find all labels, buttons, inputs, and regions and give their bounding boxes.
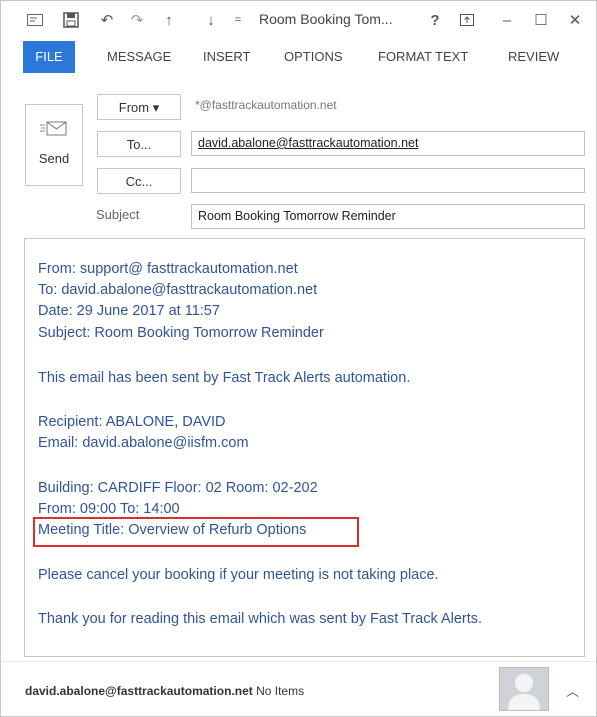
to-button[interactable]: To... (97, 131, 181, 157)
body-line-subject: Subject: Room Booking Tomorrow Reminder (38, 325, 324, 341)
people-pane-email[interactable]: david.abalone@fasttrackautomation.net (25, 684, 253, 698)
body-line-recipient: Recipient: ABALONE, DAVID (38, 414, 226, 430)
send-envelope-icon (40, 119, 68, 139)
people-pane-status: david.abalone@fasttrackautomation.net No… (25, 684, 304, 698)
from-address: *@fasttrackautomation.net (195, 98, 337, 112)
close-button[interactable]: ✕ (565, 9, 585, 31)
subject-label: Subject (96, 207, 140, 222)
body-line-from: From: support@ fasttrackautomation.net (38, 261, 298, 277)
send-button[interactable]: Send (25, 104, 83, 186)
body-line-thanks: Thank you for reading this email which w… (38, 611, 483, 627)
undo-icon[interactable]: ↶ (97, 9, 117, 31)
to-field[interactable]: david.abalone@fasttrackautomation.net (191, 131, 585, 156)
outlook-message-icon[interactable] (25, 9, 45, 31)
avatar[interactable] (499, 667, 549, 711)
body-line-meeting-title: Meeting Title: Overview of Refurb Option… (38, 522, 307, 538)
window-title: Room Booking Tom... (259, 11, 393, 27)
cc-field[interactable] (191, 168, 585, 193)
to-recipient[interactable]: david.abalone@fasttrackautomation.net (198, 136, 418, 150)
arrow-up-icon[interactable]: ↑ (159, 9, 179, 31)
maximize-button[interactable]: ☐ (531, 9, 551, 31)
subject-field[interactable]: Room Booking Tomorrow Reminder (191, 204, 585, 229)
people-pane-items: No Items (256, 684, 305, 698)
footer-divider (1, 661, 596, 662)
body-line-building: Building: CARDIFF Floor: 02 Room: 02-202 (38, 480, 318, 496)
cc-button[interactable]: Cc... (97, 168, 181, 194)
send-label: Send (38, 151, 70, 166)
title-bar: ↶ ↷ ↑ ↓ = Room Booking Tom... ? – ☐ ✕ (1, 1, 596, 41)
redo-icon[interactable]: ↷ (127, 9, 147, 31)
minimize-button[interactable]: – (497, 9, 517, 31)
collapse-people-pane-icon[interactable]: ︿ (566, 681, 579, 700)
body-line-time: From: 09:00 To: 14:00 (38, 501, 180, 517)
help-button[interactable]: ? (427, 9, 443, 31)
save-icon[interactable] (61, 9, 81, 31)
body-line-email: Email: david.abalone@iisfm.com (38, 435, 249, 451)
ribbon-display-options-icon[interactable] (457, 9, 477, 31)
body-line-intro: This email has been sent by Fast Track A… (38, 370, 411, 386)
arrow-down-icon[interactable]: ↓ (201, 9, 221, 31)
tab-review[interactable]: REVIEW (508, 41, 559, 73)
customize-toolbar-icon[interactable]: = (231, 9, 245, 31)
tab-message[interactable]: MESSAGE (107, 41, 171, 73)
tab-file[interactable]: FILE (23, 41, 75, 73)
tab-insert[interactable]: INSERT (203, 41, 250, 73)
from-button[interactable]: From ▾ (97, 94, 181, 120)
body-line-cancel: Please cancel your booking if your meeti… (38, 567, 439, 583)
tab-format-text[interactable]: FORMAT TEXT (378, 41, 468, 73)
compose-window: ↶ ↷ ↑ ↓ = Room Booking Tom... ? – ☐ ✕ FI… (0, 0, 597, 717)
ribbon-tabs: FILE MESSAGE INSERT OPTIONS FORMAT TEXT … (1, 41, 596, 73)
body-line-date: Date: 29 June 2017 at 11:57 (38, 303, 220, 319)
message-body[interactable]: From: support@ fasttrackautomation.net T… (24, 238, 585, 657)
tab-options[interactable]: OPTIONS (284, 41, 343, 73)
body-line-to: To: david.abalone@fasttrackautomation.ne… (38, 282, 318, 298)
